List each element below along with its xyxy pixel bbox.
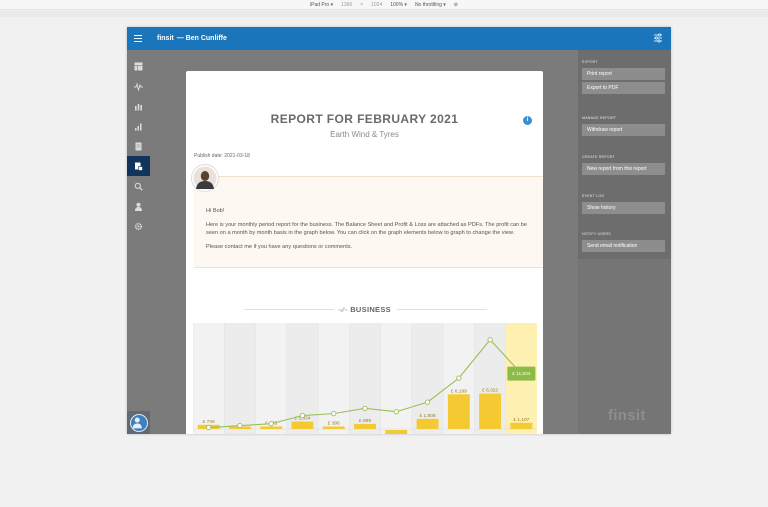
chart-column bbox=[193, 323, 225, 434]
rotate-icon[interactable]: ⊘ bbox=[454, 2, 458, 8]
show-history-button[interactable]: Show history bbox=[582, 202, 665, 214]
main-content: REPORT FOR FEBRUARY 2021 Earth Wind & Ty… bbox=[150, 50, 578, 434]
export-heading: EXPORT bbox=[582, 60, 598, 64]
filters-icon[interactable] bbox=[653, 33, 663, 43]
bar-data-label: £ 396 bbox=[328, 421, 340, 427]
new-report-button[interactable]: New report from this report bbox=[582, 163, 665, 175]
panel-logo: finsit bbox=[608, 407, 646, 424]
line-point[interactable] bbox=[362, 405, 368, 412]
chart-bar[interactable] bbox=[510, 422, 533, 429]
bar-data-label: £ 6,199 bbox=[451, 388, 467, 394]
document-icon[interactable] bbox=[127, 136, 150, 156]
bar-data-label: £ 749 bbox=[203, 419, 215, 425]
bar-data-label: £ 1,808 bbox=[420, 413, 436, 419]
side-panel: EXPORT Print report Export to PDF MANAGE… bbox=[578, 50, 671, 434]
message-greeting: Hi Bob! bbox=[206, 208, 225, 214]
chart-bar[interactable] bbox=[354, 423, 376, 429]
message-closing: Please contact me if you have any questi… bbox=[206, 243, 353, 250]
width-field[interactable]: 1366 bbox=[341, 2, 352, 8]
user-avatar-icon bbox=[129, 413, 148, 432]
author-avatar bbox=[191, 164, 219, 192]
section-title: ~⁄⁄~ BUSINESS bbox=[186, 305, 543, 314]
menu-icon[interactable] bbox=[127, 27, 149, 50]
manage-report-heading: MANAGE REPORT bbox=[582, 116, 617, 120]
dimension-separator: × bbox=[360, 1, 364, 8]
print-report-button[interactable]: Print report bbox=[582, 68, 665, 80]
message-box: Hi Bob! Here is your monthly period repo… bbox=[194, 176, 543, 268]
bar-data-label: £ 899 bbox=[359, 418, 371, 424]
top-bar: finsit — Ben Cunliffe bbox=[127, 27, 671, 50]
chart-bar[interactable] bbox=[260, 426, 283, 430]
chart-bar[interactable] bbox=[385, 430, 408, 434]
chart-column bbox=[255, 323, 287, 434]
throttle-select[interactable]: No throttling ▾ bbox=[415, 2, 446, 8]
activity-section-icon: ~⁄⁄~ bbox=[338, 308, 351, 314]
business-chart[interactable]: £ 749£ 295£ 1,334£ 396£ 899- £719£ 1,808… bbox=[192, 323, 537, 434]
info-icon[interactable]: i bbox=[523, 116, 532, 125]
line-point[interactable] bbox=[393, 409, 399, 415]
line-point[interactable] bbox=[456, 375, 462, 381]
user-icon[interactable] bbox=[127, 196, 150, 216]
chart-bar[interactable] bbox=[416, 418, 439, 429]
chart-column bbox=[224, 323, 256, 434]
gear-icon[interactable] bbox=[127, 216, 150, 236]
brand-logo: finsit bbox=[157, 35, 174, 42]
line-point[interactable] bbox=[487, 337, 493, 343]
chart-column bbox=[380, 323, 412, 434]
report-icon[interactable] bbox=[127, 156, 150, 176]
chart-bar[interactable] bbox=[479, 393, 502, 429]
line-point[interactable] bbox=[331, 410, 337, 417]
line-point[interactable] bbox=[205, 424, 212, 431]
activity-icon[interactable] bbox=[127, 76, 150, 96]
bar-data-label: £ 6,322 bbox=[482, 388, 498, 394]
line-point[interactable] bbox=[268, 421, 274, 427]
devtools-ruler bbox=[0, 11, 768, 17]
section-title-text: BUSINESS bbox=[350, 305, 391, 314]
withdraw-report-button[interactable]: Withdraw report bbox=[582, 124, 665, 136]
chart-column bbox=[349, 323, 381, 434]
chart-column bbox=[318, 323, 350, 434]
app-window: finsit — Ben Cunliffe REPORT FOR FEBRUAR… bbox=[127, 27, 671, 434]
create-report-heading: CREATE REPORT bbox=[582, 155, 615, 159]
trend-icon[interactable] bbox=[127, 116, 150, 136]
chart-bar[interactable] bbox=[322, 426, 345, 430]
user-name: — Ben Cunliffe bbox=[176, 35, 227, 42]
chart-bar[interactable] bbox=[447, 394, 470, 429]
bar-chart-icon[interactable] bbox=[127, 96, 150, 116]
search-icon[interactable] bbox=[127, 176, 150, 196]
event-log-heading: EVENT LOG bbox=[582, 194, 605, 198]
height-field[interactable]: 1024 bbox=[371, 2, 382, 8]
bar-data-label: £ 1,107 bbox=[513, 417, 529, 423]
line-point[interactable] bbox=[237, 422, 243, 429]
chart-bar[interactable] bbox=[291, 421, 314, 429]
publish-date: Publish date: 2021-03-18 bbox=[194, 153, 250, 159]
export-pdf-button[interactable]: Export to PDF bbox=[582, 82, 665, 94]
report-subtitle: Earth Wind & Tyres bbox=[330, 130, 399, 139]
device-select[interactable]: iPad Pro ▾ bbox=[310, 2, 333, 8]
message-body: Here is your monthly period report for t… bbox=[206, 221, 527, 237]
dashboard-icon[interactable] bbox=[127, 56, 150, 76]
side-nav bbox=[127, 50, 150, 434]
notify-users-heading: NOTIFY USERS bbox=[582, 232, 611, 236]
line-point[interactable] bbox=[299, 412, 306, 419]
highlight-data-label: £ 11,534 bbox=[512, 371, 531, 377]
report-title: REPORT FOR FEBRUARY 2021 bbox=[270, 112, 459, 126]
chart-canvas: £ 749£ 295£ 1,334£ 396£ 899- £719£ 1,808… bbox=[192, 323, 537, 434]
zoom-select[interactable]: 100% ▾ bbox=[390, 2, 407, 8]
report-card: REPORT FOR FEBRUARY 2021 Earth Wind & Ty… bbox=[186, 71, 543, 434]
devtools-toolbar: iPad Pro ▾ 1366 × 1024 100% ▾ No throttl… bbox=[0, 0, 768, 10]
avatar[interactable] bbox=[127, 411, 150, 434]
send-email-button[interactable]: Send email notification bbox=[582, 240, 665, 252]
line-point[interactable] bbox=[424, 399, 431, 405]
